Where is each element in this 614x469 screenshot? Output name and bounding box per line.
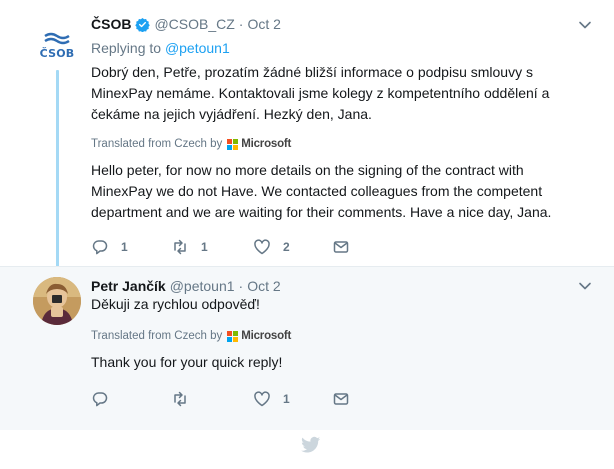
- csob-logo-icon: [44, 32, 70, 45]
- reply-count: 1: [121, 240, 128, 254]
- reply-button[interactable]: 1: [91, 238, 128, 256]
- like-count: 2: [283, 240, 290, 254]
- tweet-actions: 1 1 2: [91, 238, 391, 256]
- replying-to-link[interactable]: @petoun1: [165, 40, 230, 56]
- like-button[interactable]: 1: [253, 390, 290, 408]
- direct-message-button[interactable]: [332, 390, 350, 408]
- replying-to: Replying to @petoun1: [91, 40, 230, 56]
- like-button[interactable]: 2: [253, 238, 290, 256]
- tweet-header: Petr Jančík @petoun1 · Oct 2: [91, 276, 281, 296]
- author-handle[interactable]: @CSOB_CZ: [154, 16, 234, 32]
- direct-message-button[interactable]: [332, 238, 350, 256]
- microsoft-logo-icon: [227, 138, 239, 150]
- twitter-bird-icon: [301, 436, 321, 453]
- avatar-csob[interactable]: ČSOB: [33, 20, 81, 68]
- reply-icon: [92, 240, 108, 255]
- tweet-csob[interactable]: ČSOB ČSOB @CSOB_CZ · Oct 2 Replying to @…: [0, 0, 614, 267]
- chevron-down-icon[interactable]: [578, 279, 592, 293]
- like-icon: [254, 239, 270, 255]
- translated-label: Translated from Czech by: [91, 330, 223, 342]
- like-count: 1: [283, 392, 290, 406]
- like-icon: [254, 391, 270, 407]
- direct-message-icon: [333, 241, 349, 253]
- replying-to-label: Replying to: [91, 40, 162, 56]
- separator-dot: ·: [238, 278, 244, 294]
- avatar-photo: [33, 277, 81, 325]
- retweet-button[interactable]: 1: [171, 238, 208, 256]
- avatar-logo-text: ČSOB: [39, 47, 75, 60]
- chevron-down-icon[interactable]: [578, 18, 592, 32]
- tweet-text-translated: Hello peter, for now no more details on …: [91, 162, 552, 220]
- microsoft-logo-icon: [227, 330, 239, 342]
- retweet-icon: [174, 391, 186, 407]
- tweet-petr[interactable]: Petr Jančík @petoun1 · Oct 2 Děkuji za r…: [0, 267, 614, 430]
- tweet-text-original: Dobrý den, Petře, prozatím žádné bližší …: [91, 64, 550, 122]
- author-handle[interactable]: @petoun1: [170, 278, 235, 294]
- translator-name[interactable]: Microsoft: [241, 330, 291, 342]
- retweet-count: 1: [201, 240, 208, 254]
- separator-dot: ·: [238, 16, 244, 32]
- translated-by: Translated from Czech by Microsoft: [91, 330, 291, 342]
- translated-by: Translated from Czech by Microsoft: [91, 138, 291, 150]
- tweet-date[interactable]: Oct 2: [247, 16, 280, 32]
- thread-line: [56, 70, 59, 267]
- reply-button[interactable]: [91, 390, 109, 408]
- tweet-actions: 1: [91, 390, 391, 408]
- tweet-header: ČSOB @CSOB_CZ · Oct 2: [91, 14, 281, 34]
- retweet-button[interactable]: [171, 390, 189, 408]
- author-name[interactable]: ČSOB: [91, 16, 131, 32]
- avatar-petr[interactable]: [33, 277, 81, 325]
- tweet-text-original: Děkuji za rychlou odpověď!: [91, 296, 260, 312]
- retweet-icon: [174, 239, 186, 255]
- tweet-date[interactable]: Oct 2: [247, 278, 280, 294]
- verified-badge-icon: [135, 17, 151, 32]
- direct-message-icon: [333, 393, 349, 405]
- tweet-text-translated: Thank you for your quick reply!: [91, 354, 283, 370]
- translator-name[interactable]: Microsoft: [241, 138, 291, 150]
- translated-label: Translated from Czech by: [91, 138, 223, 150]
- reply-icon: [92, 392, 108, 407]
- author-name[interactable]: Petr Jančík: [91, 278, 166, 294]
